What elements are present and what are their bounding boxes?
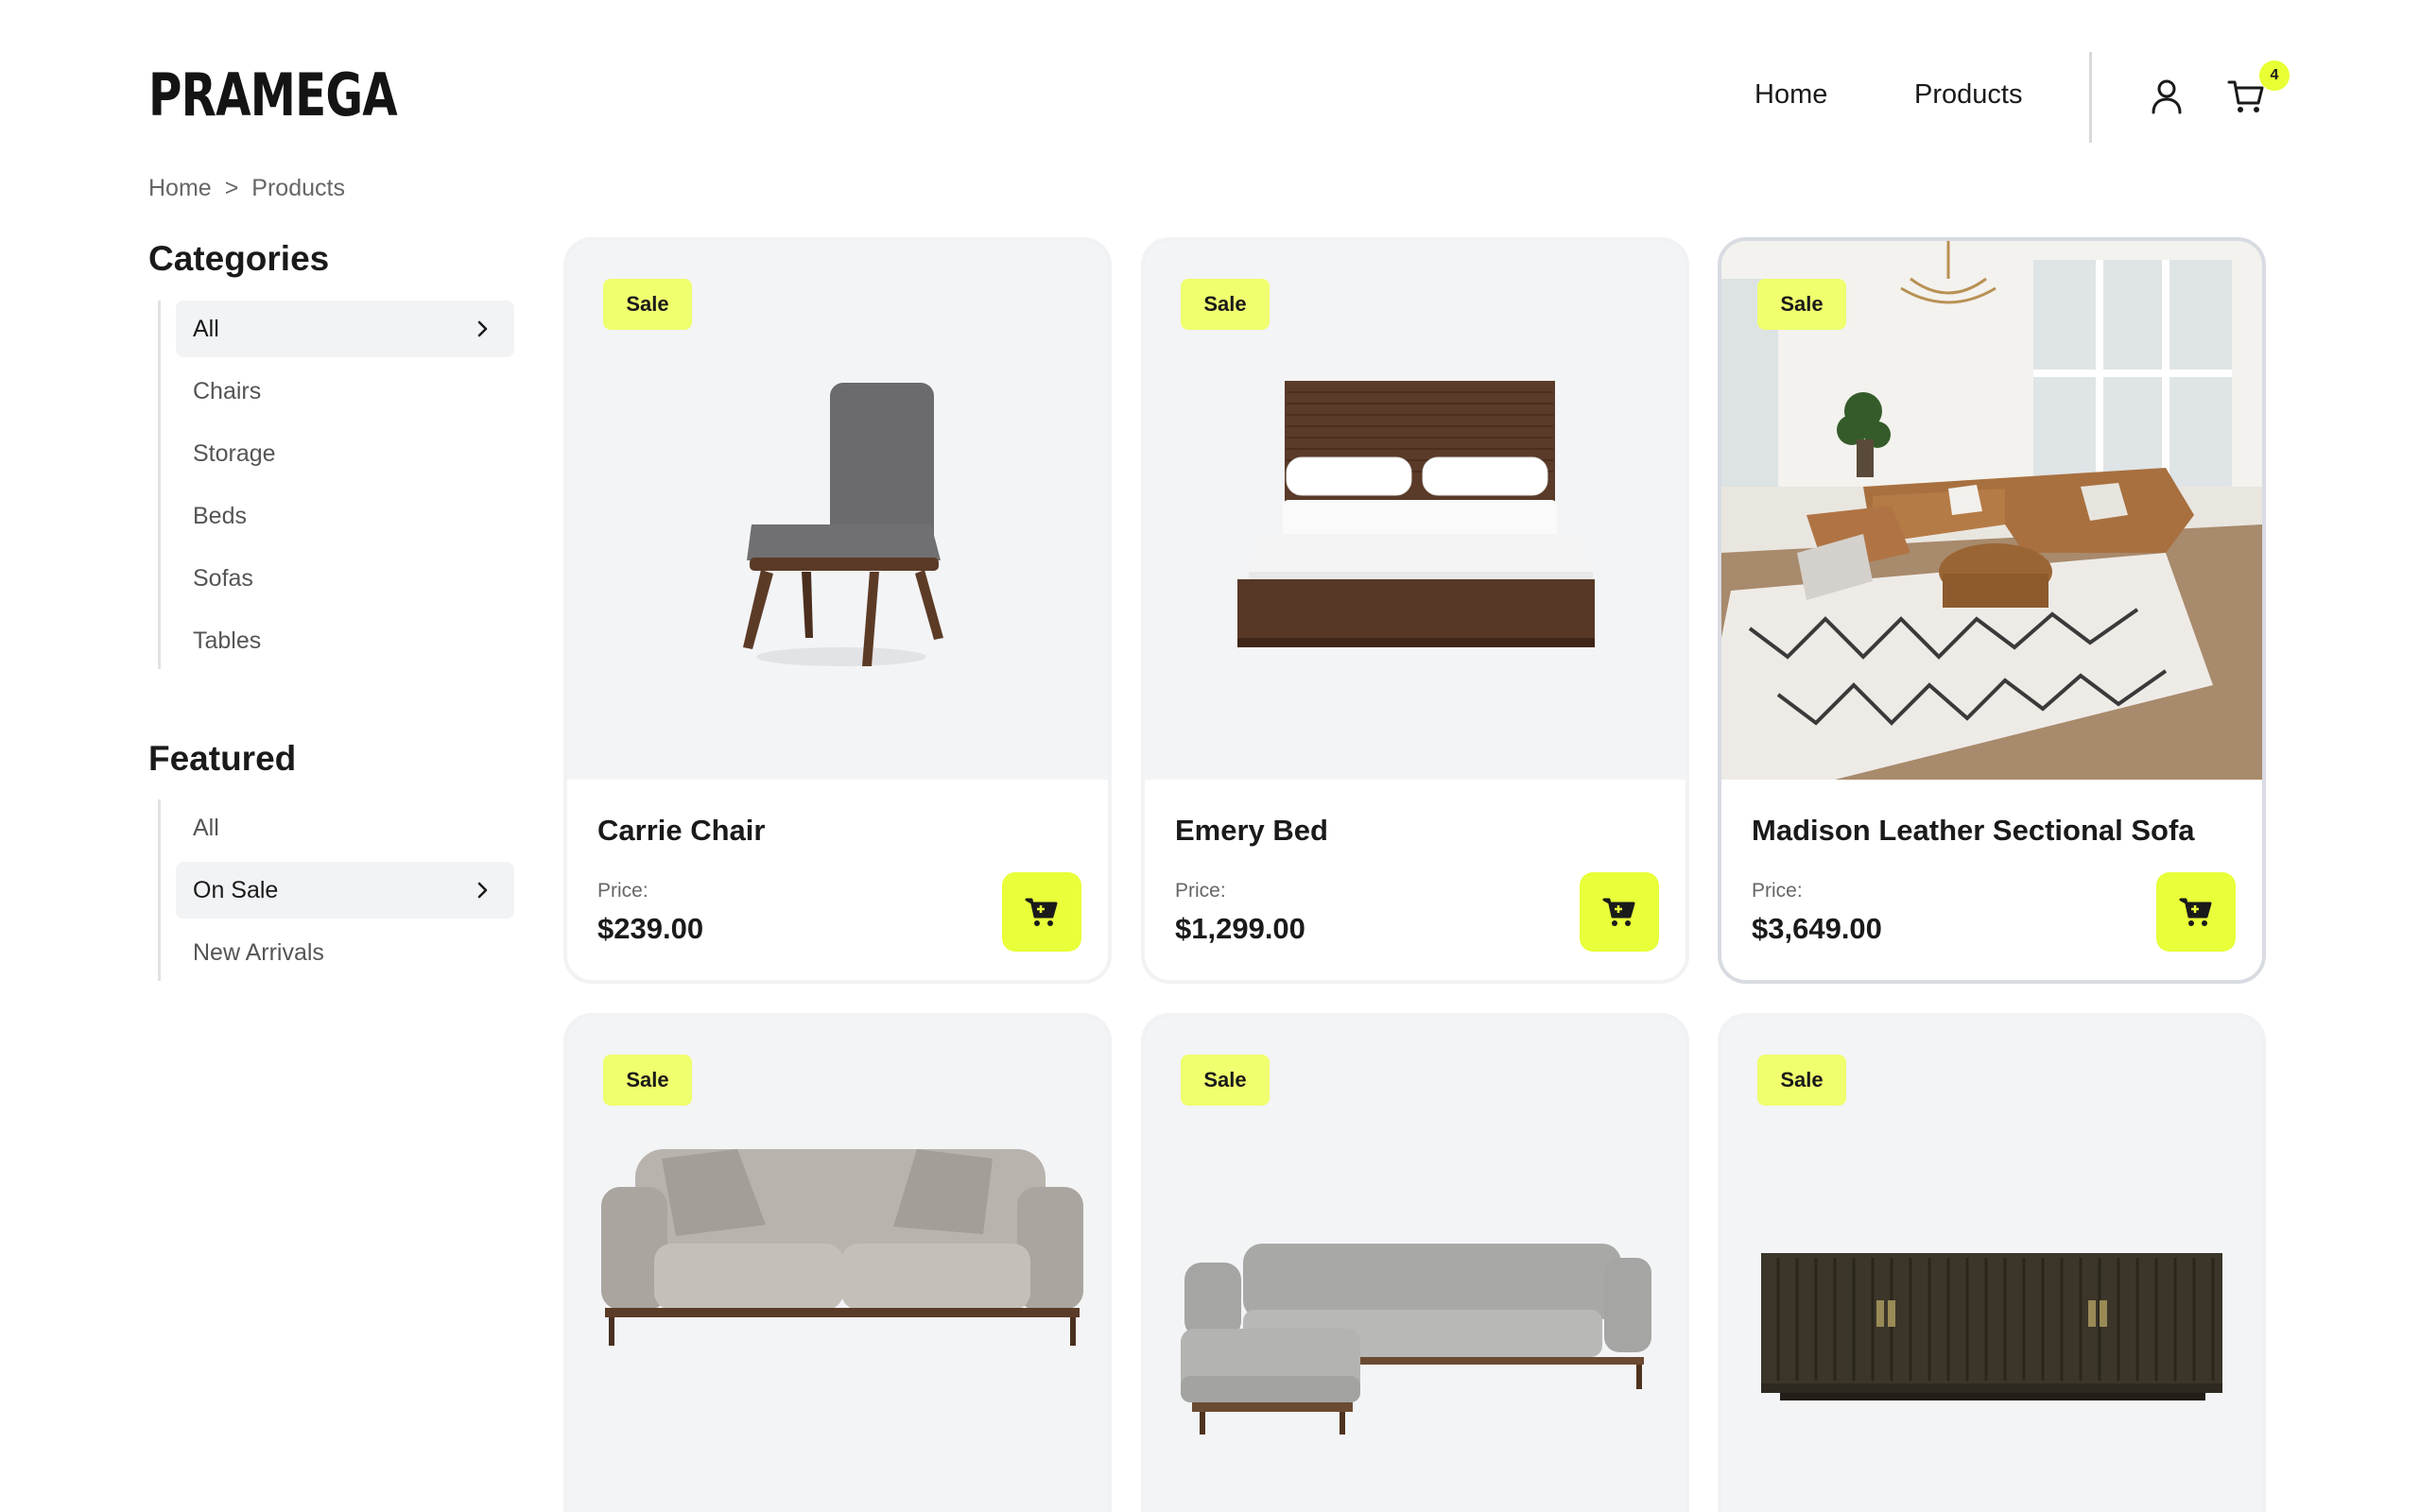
- sale-badge: Sale: [1181, 1055, 1270, 1106]
- user-icon: [2152, 79, 2182, 114]
- product-price: $239.00: [597, 912, 704, 945]
- add-to-cart-icon: [2179, 898, 2212, 926]
- price-label: Price:: [1175, 880, 1226, 902]
- product-name[interactable]: Emery Bed: [1175, 814, 1328, 848]
- add-to-cart-icon: [1602, 898, 1635, 926]
- featured-title: Featured: [148, 739, 297, 778]
- brand-logo[interactable]: PRAMEGA: [148, 60, 398, 129]
- category-tables[interactable]: Tables: [176, 612, 514, 669]
- sale-badge: Sale: [1181, 279, 1270, 330]
- category-all[interactable]: All: [176, 301, 514, 357]
- product-card[interactable]: Sale Madison Leather Sectional Sofa Pric…: [1718, 237, 2266, 984]
- category-label: Beds: [193, 502, 247, 529]
- categories-list: All Chairs Storage Beds Sofas Tables: [158, 301, 514, 669]
- nav-divider: [2089, 52, 2092, 143]
- chevron-right-icon: [477, 320, 488, 337]
- breadcrumb-home[interactable]: Home: [148, 175, 212, 202]
- add-to-cart-button[interactable]: [2156, 872, 2236, 952]
- category-chairs[interactable]: Chairs: [176, 363, 514, 420]
- breadcrumb-current: Products: [251, 175, 345, 201]
- category-label: Chairs: [193, 377, 262, 404]
- product-card[interactable]: Sale: [563, 1013, 1112, 1512]
- category-label: Tables: [193, 627, 262, 654]
- product-card[interactable]: Sale Carrie Chair Price: $239.00: [563, 237, 1112, 984]
- sale-badge: Sale: [603, 279, 692, 330]
- cart-count-badge: 4: [2259, 60, 2290, 91]
- categories-title: Categories: [148, 239, 330, 278]
- category-beds[interactable]: Beds: [176, 488, 514, 544]
- featured-label: All: [193, 814, 219, 841]
- product-name[interactable]: Madison Leather Sectional Sofa: [1752, 814, 2195, 848]
- sale-badge: Sale: [603, 1055, 692, 1106]
- price-label: Price:: [1752, 880, 1803, 902]
- category-label: Sofas: [193, 564, 253, 592]
- category-storage[interactable]: Storage: [176, 425, 514, 482]
- featured-list: All On Sale New Arrivals: [158, 799, 514, 981]
- product-card[interactable]: Sale: [1141, 1013, 1689, 1512]
- featured-label: New Arrivals: [193, 938, 324, 966]
- product-price: $3,649.00: [1752, 912, 1882, 945]
- cart-icon: [2227, 80, 2264, 112]
- product-card[interactable]: Sale Emery Bed Price: $1,299.00: [1141, 237, 1689, 984]
- sale-badge: Sale: [1757, 1055, 1846, 1106]
- sale-badge: Sale: [1757, 279, 1846, 330]
- price-label: Price:: [597, 880, 648, 902]
- add-to-cart-button[interactable]: [1580, 872, 1659, 952]
- featured-on-sale[interactable]: On Sale: [176, 862, 514, 919]
- chevron-right-icon: [477, 882, 488, 899]
- nav-products[interactable]: Products: [1914, 79, 2022, 111]
- featured-all[interactable]: All: [176, 799, 514, 856]
- account-button[interactable]: [2146, 76, 2187, 117]
- add-to-cart-icon: [1025, 898, 1058, 926]
- featured-label: On Sale: [193, 876, 279, 903]
- featured-new-arrivals[interactable]: New Arrivals: [176, 924, 514, 981]
- add-to-cart-button[interactable]: [1002, 872, 1081, 952]
- category-label: Storage: [193, 439, 276, 467]
- category-sofas[interactable]: Sofas: [176, 550, 514, 607]
- nav-home[interactable]: Home: [1754, 79, 1827, 111]
- breadcrumb: Home > Products: [148, 175, 345, 202]
- breadcrumb-separator: >: [224, 175, 239, 201]
- product-price: $1,299.00: [1175, 912, 1305, 945]
- product-name[interactable]: Carrie Chair: [597, 814, 765, 848]
- product-card[interactable]: Sale: [1718, 1013, 2266, 1512]
- category-label: All: [193, 315, 219, 342]
